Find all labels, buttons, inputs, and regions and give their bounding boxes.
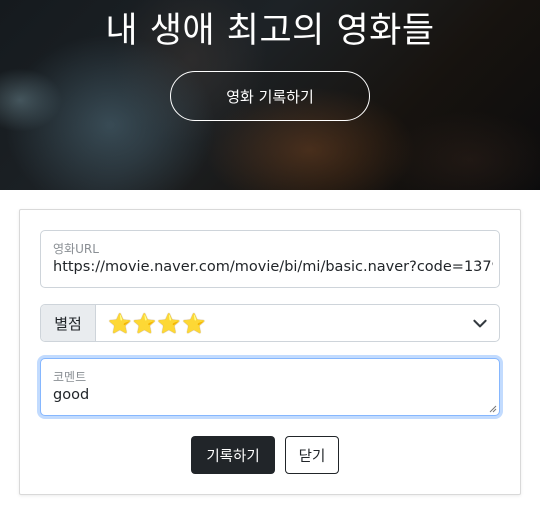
record-movie-button[interactable]: 영화 기록하기 bbox=[170, 71, 370, 121]
rating-label: 별점 bbox=[41, 305, 96, 341]
rating-selected-stars: ⭐⭐⭐⭐ bbox=[108, 312, 207, 335]
movie-url-field[interactable]: 영화URL https://movie.naver.com/movie/bi/m… bbox=[40, 230, 500, 288]
resize-grip-icon[interactable] bbox=[489, 405, 497, 413]
hero-banner: 내 생애 최고의 영화들 영화 기록하기 bbox=[0, 0, 540, 190]
page-title: 내 생애 최고의 영화들 bbox=[105, 11, 435, 51]
comment-textarea[interactable]: good bbox=[53, 387, 89, 403]
close-button[interactable]: 닫기 bbox=[285, 436, 339, 474]
rating-input-group: 별점 ⭐⭐⭐⭐ bbox=[40, 304, 500, 342]
submit-record-button[interactable]: 기록하기 bbox=[191, 436, 275, 474]
comment-field[interactable]: 코멘트 good bbox=[40, 358, 500, 416]
movie-record-form: 영화URL https://movie.naver.com/movie/bi/m… bbox=[19, 209, 521, 495]
comment-label: 코멘트 bbox=[53, 370, 87, 384]
rating-select[interactable]: ⭐⭐⭐⭐ bbox=[96, 305, 499, 341]
movie-url-label: 영화URL bbox=[53, 242, 99, 256]
chevron-down-icon bbox=[473, 319, 487, 328]
movie-url-input[interactable]: https://movie.naver.com/movie/bi/mi/basi… bbox=[53, 259, 493, 275]
